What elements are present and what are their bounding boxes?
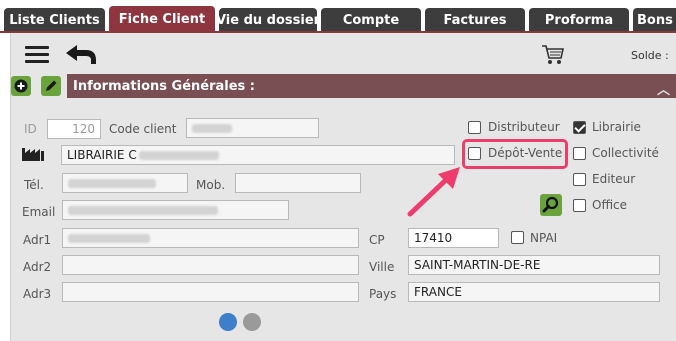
redacted-text <box>68 178 156 188</box>
librairie-label: Librairie <box>592 120 641 134</box>
page-dot[interactable] <box>243 313 261 331</box>
editeur-label: Editeur <box>592 172 636 186</box>
search-icon <box>542 196 559 213</box>
tab-liste-clients[interactable]: Liste Clients <box>4 8 105 33</box>
mob-field[interactable] <box>235 173 361 193</box>
adr1-label: Adr1 <box>23 233 52 247</box>
tab-label: Compte <box>342 13 400 28</box>
page-dot-active[interactable] <box>219 313 237 331</box>
edit-button[interactable] <box>41 76 61 96</box>
tab-fiche-client[interactable]: Fiche Client <box>109 6 215 33</box>
redacted-text <box>68 233 150 243</box>
tab-compte[interactable]: Compte <box>321 8 421 33</box>
code-client-field[interactable] <box>186 118 319 138</box>
npai-label: NPAI <box>530 231 558 245</box>
ville-field[interactable]: SAINT-MARTIN-DE-RE <box>408 255 660 275</box>
annotation-arrow-icon <box>407 167 460 217</box>
adr2-label: Adr2 <box>23 260 52 274</box>
tab-label: Factures <box>443 13 507 28</box>
highlight-box <box>462 139 568 169</box>
cart-icon[interactable] <box>541 44 565 69</box>
back-arrow-icon[interactable] <box>64 44 98 69</box>
code-client-label: Code client <box>109 122 177 136</box>
plus-icon <box>14 79 28 93</box>
tab-label: Proforma <box>544 13 614 28</box>
chevron-up-icon[interactable]: ︿ <box>657 79 670 98</box>
librairie-checkbox[interactable] <box>573 121 586 134</box>
raison-sociale-field[interactable]: LIBRAIRIE C <box>61 145 455 165</box>
solde-label: Solde : <box>631 49 669 62</box>
cp-value: 17410 <box>414 231 453 245</box>
tab-bons[interactable]: Bons de <box>633 8 676 33</box>
section-header[interactable]: Informations Générales : ︿ <box>67 74 676 98</box>
redacted-text <box>192 123 232 133</box>
npai-checkbox[interactable] <box>511 231 524 244</box>
id-label: ID <box>24 122 37 136</box>
ville-label: Ville <box>369 260 395 274</box>
adr1-field[interactable] <box>62 228 359 248</box>
collectivite-label: Collectivité <box>592 146 659 160</box>
collectivite-checkbox[interactable] <box>573 147 586 160</box>
cp-field[interactable]: 17410 <box>408 228 499 248</box>
adr2-field[interactable] <box>62 255 359 275</box>
tab-label: Vie du dossier <box>219 13 317 28</box>
pays-value: FRANCE <box>414 285 462 299</box>
redacted-text <box>138 150 219 160</box>
search-button[interactable] <box>540 194 562 216</box>
adr3-field[interactable] <box>62 282 359 302</box>
pays-label: Pays <box>369 287 397 301</box>
pencil-icon <box>46 80 57 91</box>
tab-label: Fiche Client <box>118 12 206 27</box>
mob-label: Mob. <box>196 178 226 192</box>
ville-value: SAINT-MARTIN-DE-RE <box>414 258 541 272</box>
hamburger-icon[interactable] <box>25 46 49 67</box>
factory-icon <box>21 146 45 165</box>
adr3-label: Adr3 <box>23 287 52 301</box>
cp-label: CP <box>369 233 385 247</box>
editeur-checkbox[interactable] <box>573 173 586 186</box>
section-title: Informations Générales : <box>73 78 256 94</box>
add-button[interactable] <box>11 76 31 96</box>
email-field[interactable] <box>62 200 289 220</box>
tel-field[interactable] <box>62 173 188 193</box>
tab-label: Bons de <box>637 13 676 28</box>
tel-label: Tél. <box>24 178 44 192</box>
id-field: 120 <box>47 119 101 139</box>
redacted-text <box>68 205 218 215</box>
tab-label: Liste Clients <box>9 13 100 28</box>
office-label: Office <box>592 198 628 212</box>
tab-factures[interactable]: Factures <box>425 8 525 33</box>
tab-proforma[interactable]: Proforma <box>529 8 629 33</box>
office-checkbox[interactable] <box>573 199 586 212</box>
pays-field[interactable]: FRANCE <box>408 282 660 302</box>
raison-sociale-value: LIBRAIRIE C <box>67 148 137 162</box>
distributeur-checkbox[interactable] <box>468 121 481 134</box>
distributeur-label: Distributeur <box>488 120 560 134</box>
email-label: Email <box>22 205 56 219</box>
tab-bar: Liste Clients Fiche Client Vie du dossie… <box>0 0 676 33</box>
tab-vie-du-dossier[interactable]: Vie du dossier <box>219 8 317 33</box>
id-value: 120 <box>72 122 95 136</box>
